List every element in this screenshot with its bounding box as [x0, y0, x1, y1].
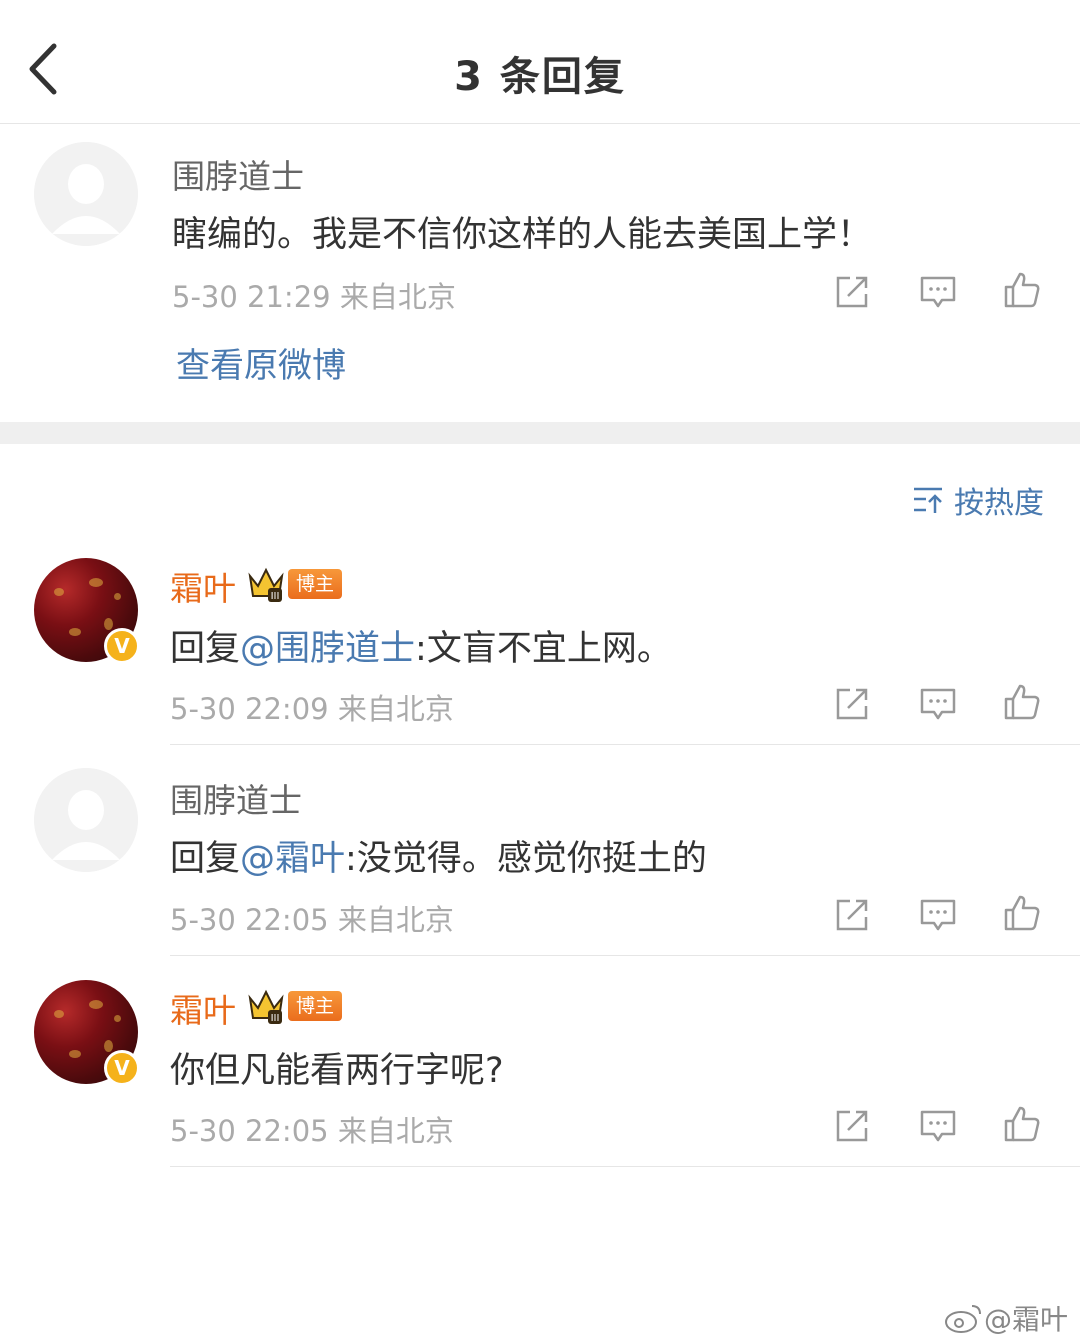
share-button[interactable]	[832, 272, 872, 312]
reply-text: 你但凡能看两行字呢?	[170, 1051, 504, 1091]
comment-button[interactable]	[918, 895, 958, 935]
comment-icon	[920, 899, 956, 931]
svg-text:III: III	[271, 591, 280, 602]
comment-button[interactable]	[918, 684, 958, 724]
divider	[170, 1166, 1080, 1167]
like-button[interactable]	[1002, 893, 1042, 933]
comment-icon	[920, 276, 956, 308]
thumbs-up-icon	[1004, 272, 1040, 308]
weibo-logo-icon	[944, 1305, 981, 1333]
comment-button[interactable]	[918, 272, 958, 312]
reply-prefix: 回复	[170, 839, 241, 879]
comment-icon	[920, 1110, 956, 1142]
crown-icon: III	[248, 989, 284, 1024]
section-divider	[0, 422, 1080, 444]
divider	[170, 955, 1080, 956]
share-button[interactable]	[832, 684, 872, 724]
sort-label: 按热度	[954, 486, 1044, 521]
comment-button[interactable]	[918, 1106, 958, 1146]
view-original-link[interactable]: 查看原微博	[176, 338, 346, 387]
reply-meta: 5-30 22:09 来自北京	[170, 692, 454, 726]
avatar[interactable]	[34, 768, 138, 872]
reply-body: :文盲不宜上网。	[415, 629, 672, 669]
like-button[interactable]	[1002, 270, 1042, 310]
reply-meta: 5-30 22:05 来自北京	[170, 1114, 454, 1148]
crown-icon: III	[248, 567, 284, 602]
reply-username[interactable]: 霜叶	[170, 984, 236, 1032]
verified-badge-icon: V	[104, 1050, 140, 1086]
share-icon	[836, 688, 868, 720]
thumbs-up-icon	[1004, 895, 1040, 931]
blogger-badge: III 博主	[246, 986, 343, 1026]
watermark-text: @霜叶	[983, 1303, 1068, 1336]
top-bar: 3 条回复	[0, 0, 1080, 124]
svg-text:III: III	[271, 1013, 280, 1024]
blogger-tag: 博主	[288, 991, 343, 1021]
mention-link[interactable]: @霜叶	[240, 839, 345, 879]
comment-text: 瞎编的。我是不信你这样的人能去美国上学！	[172, 215, 873, 255]
thumbs-up-icon	[1004, 1106, 1040, 1142]
comment-meta: 5-30 21:29 来自北京	[172, 280, 456, 314]
reply-username[interactable]: 霜叶	[170, 562, 236, 610]
avatar[interactable]	[34, 142, 138, 246]
watermark: @霜叶	[944, 1298, 1068, 1338]
default-avatar-icon	[34, 142, 138, 246]
share-icon	[836, 276, 868, 308]
reply-username[interactable]: 围脖道士	[170, 774, 302, 822]
sort-button[interactable]: 按热度	[912, 478, 1044, 522]
reply-prefix: 回复	[170, 629, 241, 669]
reply-meta: 5-30 22:05 来自北京	[170, 903, 454, 937]
like-button[interactable]	[1002, 1104, 1042, 1144]
reply-text: 回复@围脖道士:文盲不宜上网。	[170, 620, 672, 671]
share-button[interactable]	[832, 1106, 872, 1146]
reply-body: :没觉得。感觉你挺土的	[345, 839, 707, 879]
sort-icon	[914, 487, 942, 513]
thumbs-up-icon	[1004, 684, 1040, 720]
blogger-tag: 博主	[288, 569, 343, 599]
default-avatar-icon	[34, 768, 138, 872]
verified-badge-icon: V	[104, 628, 140, 664]
blogger-badge: III 博主	[246, 564, 343, 604]
mention-link[interactable]: @围脖道士	[240, 629, 415, 669]
share-button[interactable]	[832, 895, 872, 935]
comment-username[interactable]: 围脖道士	[172, 150, 304, 198]
share-icon	[836, 899, 868, 931]
divider	[170, 744, 1080, 745]
share-icon	[836, 1110, 868, 1142]
like-button[interactable]	[1002, 682, 1042, 722]
comment-icon	[920, 688, 956, 720]
page-title: 3 条回复	[454, 54, 626, 100]
reply-text: 回复@霜叶:没觉得。感觉你挺土的	[170, 830, 707, 881]
